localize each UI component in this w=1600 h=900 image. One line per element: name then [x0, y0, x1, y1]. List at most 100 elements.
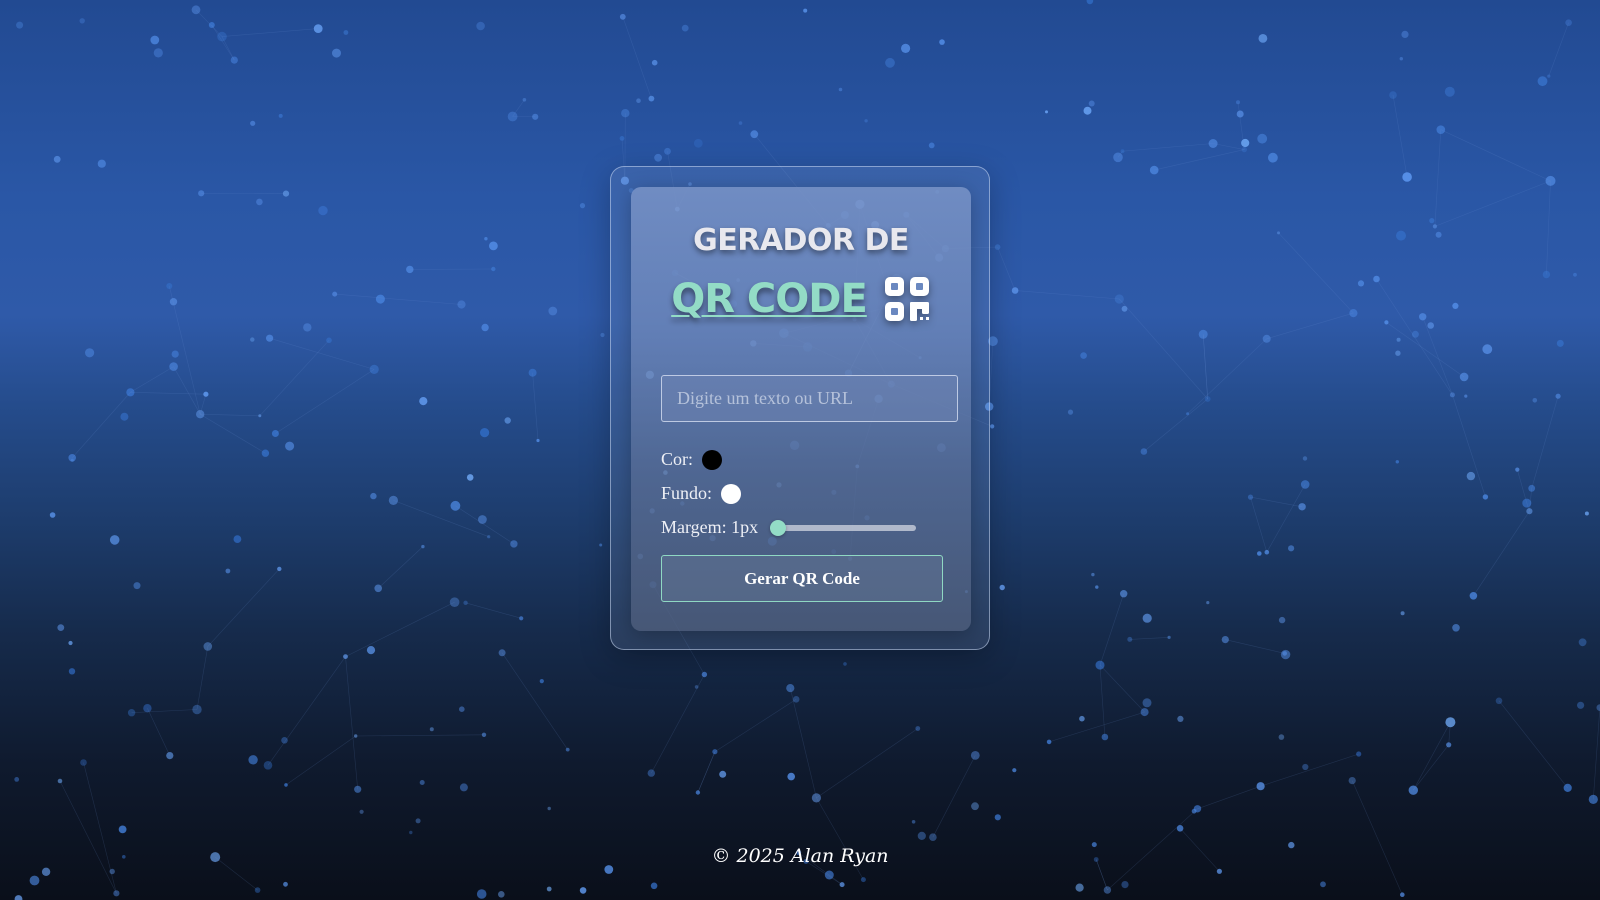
margin-slider-thumb[interactable] — [770, 519, 787, 536]
star-dot — [1482, 344, 1493, 355]
star-dot — [1464, 394, 1468, 398]
star-dot — [313, 24, 323, 33]
star-dot — [283, 881, 288, 887]
star-link — [1143, 398, 1208, 452]
star-dot — [1256, 782, 1265, 791]
star-dot — [1080, 352, 1087, 359]
star-dot — [57, 624, 65, 631]
star-dot — [654, 153, 662, 162]
generate-qr-button[interactable]: Gerar QR Code — [661, 555, 943, 602]
star-dot — [1577, 701, 1585, 709]
star-dot — [1429, 218, 1435, 224]
star-dot — [1555, 393, 1561, 399]
star-dot — [1522, 498, 1532, 508]
qr-code-icon — [883, 275, 931, 323]
star-dot — [1140, 448, 1148, 455]
star-link — [267, 656, 346, 766]
star-dot — [457, 300, 466, 309]
star-link — [1202, 334, 1208, 400]
star-dot — [449, 597, 460, 607]
star-dot — [1298, 503, 1306, 511]
star-dot — [510, 540, 518, 548]
star-link — [173, 366, 201, 415]
star-dot — [1241, 138, 1250, 148]
star-dot — [1401, 30, 1409, 38]
star-dot — [1526, 508, 1533, 515]
star-dot — [1121, 881, 1129, 889]
star-dot — [1067, 409, 1074, 415]
generator-card: GERADOR DE QR CODE Digite um texto ou UR… — [610, 166, 990, 650]
star-dot — [1177, 715, 1184, 723]
star-link — [200, 413, 260, 417]
star-dot — [532, 113, 539, 120]
star-dot — [911, 820, 916, 824]
star-dot — [169, 298, 178, 306]
margin-slider[interactable] — [770, 519, 917, 536]
star-link — [221, 36, 235, 61]
star-dot — [68, 668, 76, 675]
star-link — [1413, 744, 1449, 791]
star-dot — [1402, 172, 1412, 182]
title-line-2-row: QR CODE — [631, 275, 971, 323]
star-dot — [1395, 350, 1401, 356]
star-dot — [803, 8, 808, 13]
star-dot — [1257, 551, 1262, 556]
star-dot — [466, 474, 474, 481]
star-dot — [600, 332, 605, 338]
star-link — [1422, 316, 1453, 396]
star-link — [1213, 143, 1245, 150]
star-dot — [1149, 165, 1159, 175]
background-label: Fundo: — [661, 483, 713, 503]
star-link — [355, 734, 485, 737]
star-link — [259, 340, 330, 417]
star-dot — [14, 777, 20, 782]
star-dot — [792, 696, 800, 703]
star-dot — [701, 671, 708, 678]
star-dot — [113, 890, 120, 897]
star-dot — [166, 752, 174, 760]
star-dot — [484, 237, 488, 241]
color-picker[interactable] — [702, 449, 723, 470]
star-link — [83, 762, 117, 894]
star-dot — [480, 428, 490, 438]
text-url-input[interactable] — [661, 375, 958, 422]
star-dot — [681, 24, 689, 32]
star-dot — [1300, 480, 1310, 489]
star-dot — [1046, 739, 1052, 745]
star-dot — [375, 294, 385, 304]
star-dot — [1142, 613, 1152, 623]
star-dot — [171, 350, 179, 358]
star-dot — [127, 709, 136, 717]
star-dot — [68, 454, 76, 462]
star-dot — [971, 802, 979, 811]
title-line-1: GERADOR DE — [693, 223, 909, 258]
star-dot — [1088, 100, 1095, 107]
star-dot — [1373, 275, 1380, 283]
star-link — [622, 16, 652, 99]
star-dot — [281, 737, 288, 744]
star-dot — [459, 706, 465, 712]
star-dot — [719, 770, 727, 778]
star-dot — [343, 30, 349, 35]
background-picker[interactable] — [721, 483, 742, 504]
star-dot — [664, 147, 671, 155]
star-link — [195, 9, 223, 37]
star-dot — [1241, 146, 1248, 153]
star-dot — [1396, 337, 1401, 342]
star-dot — [481, 323, 489, 332]
star-dot — [1408, 785, 1419, 795]
star-dot — [1515, 467, 1520, 472]
star-dot — [1400, 892, 1405, 897]
star-link — [345, 601, 455, 657]
star-dot — [277, 566, 282, 572]
star-dot — [750, 130, 759, 139]
star-link — [1187, 338, 1267, 414]
star-dot — [811, 793, 822, 803]
star-dot — [1302, 456, 1308, 461]
star-dot — [1167, 635, 1171, 640]
star-dot — [619, 136, 625, 141]
star-dot — [409, 830, 413, 835]
star-dot — [406, 265, 414, 274]
star-dot — [429, 727, 434, 732]
star-link — [1434, 180, 1551, 227]
